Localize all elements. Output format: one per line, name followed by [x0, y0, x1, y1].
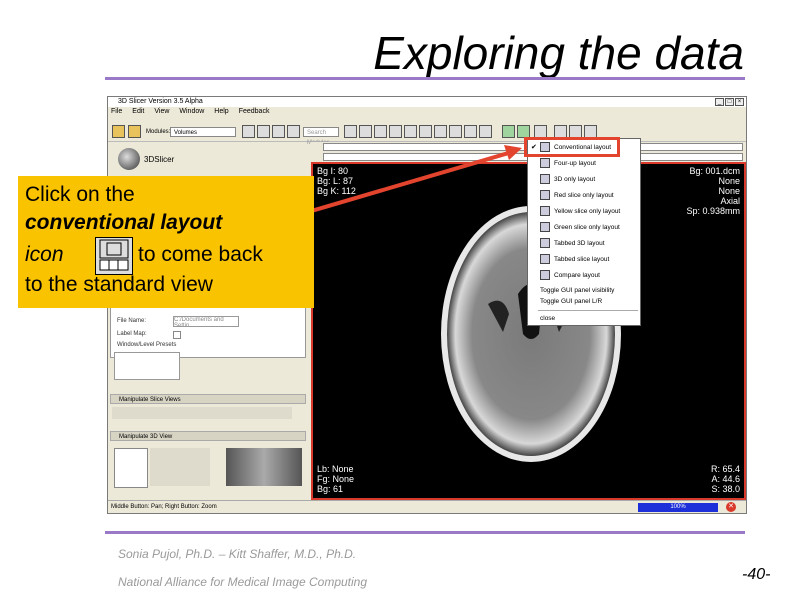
conventional-layout-callout-icon: [95, 237, 133, 275]
footer-organization: National Alliance for Medical Image Comp…: [118, 575, 368, 589]
callout-line-4: to the standard view: [25, 273, 213, 296]
callout-line-3b: to come back: [138, 243, 263, 266]
page-number: -40-: [742, 566, 771, 583]
callout-line-2: conventional layout: [25, 211, 223, 234]
callout-line-3a: icon: [25, 243, 64, 266]
footer-authors: Sonia Pujol, Ph.D. – Kitt Shaffer, M.D.,…: [118, 547, 357, 561]
callout-line-1: Click on the: [25, 183, 135, 206]
instruction-callout: Click on the conventional layout icon to…: [18, 176, 314, 308]
footer-rule: [105, 531, 745, 534]
